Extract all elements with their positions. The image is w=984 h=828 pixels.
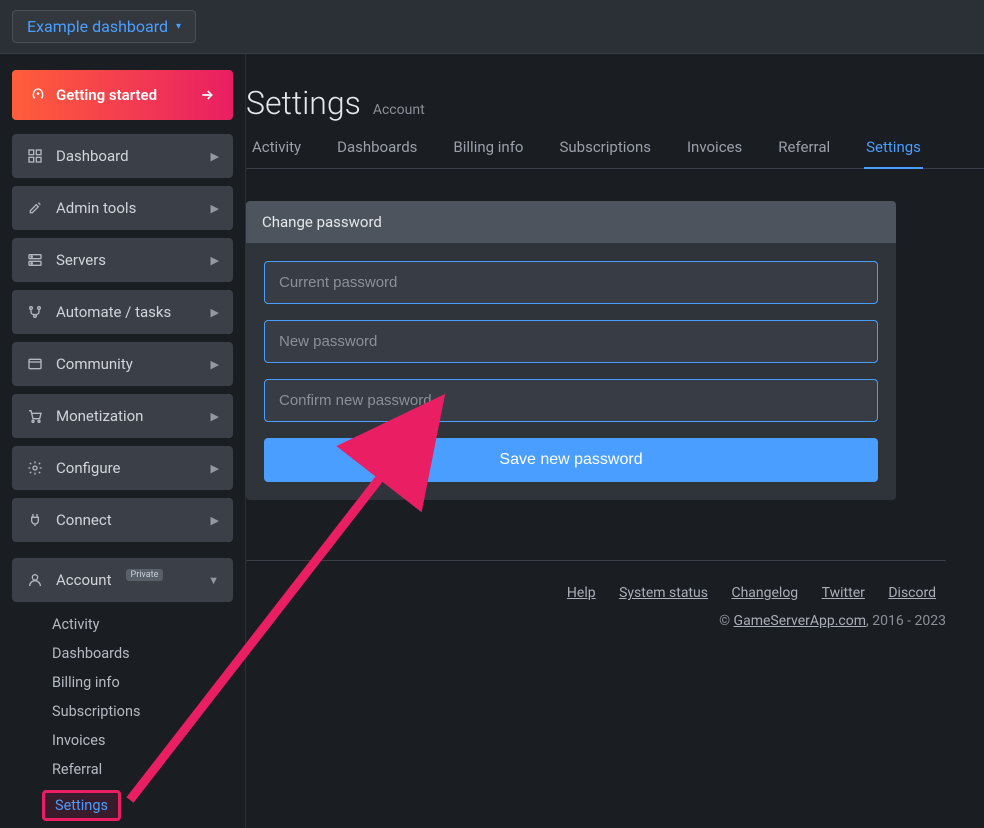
tab-activity[interactable]: Activity [250,128,303,168]
copyright-prefix: © [719,613,733,629]
server-icon [26,252,44,268]
sidebar-item-label: Configure [56,459,121,477]
chevron-right-icon: ▶ [211,306,219,319]
sub-item-billing[interactable]: Billing info [16,668,233,697]
footer-link-help[interactable]: Help [567,585,596,601]
sidebar-item-label: Community [56,355,133,373]
main-content: Settings Account Activity Dashboards Bil… [245,54,984,828]
footer-link-discord[interactable]: Discord [888,585,936,601]
tab-billing[interactable]: Billing info [451,128,525,168]
tab-dashboards[interactable]: Dashboards [335,128,419,168]
getting-started-label: Getting started [56,86,157,104]
sidebar-item-account[interactable]: Account Private ▼ [12,558,233,602]
change-password-panel: Change password Save new password [246,201,896,500]
footer-link-twitter[interactable]: Twitter [822,585,865,601]
sidebar-item-connect[interactable]: Connect ▶ [12,498,233,542]
chevron-right-icon: ▶ [211,462,219,475]
new-password-input[interactable] [264,320,878,363]
plug-icon [26,512,44,528]
private-badge: Private [126,569,164,581]
tab-settings[interactable]: Settings [864,128,923,168]
footer-link-status[interactable]: System status [619,585,708,601]
tab-referral[interactable]: Referral [776,128,832,168]
chevron-down-icon: ▼ [208,574,219,587]
chevron-right-icon: ▶ [211,358,219,371]
sidebar-item-label: Connect [56,511,112,529]
sidebar-item-label: Servers [56,251,106,269]
rocket-icon [30,87,46,103]
sub-item-invoices[interactable]: Invoices [16,726,233,755]
dashboard-selector-label: Example dashboard [27,17,168,36]
page-subtitle: Account [373,102,425,118]
current-password-input[interactable] [264,261,878,304]
sub-item-dashboards[interactable]: Dashboards [16,639,233,668]
sub-item-activity[interactable]: Activity [16,610,233,639]
sidebar-item-admin-tools[interactable]: Admin tools ▶ [12,186,233,230]
tabs: Activity Dashboards Billing info Subscri… [246,128,984,169]
chevron-right-icon: ▶ [211,410,219,423]
sidebar-item-automate[interactable]: Automate / tasks ▶ [12,290,233,334]
sidebar-item-configure[interactable]: Configure ▶ [12,446,233,490]
chevron-down-icon: ▾ [176,21,181,32]
tools-icon [26,200,44,216]
footer-link-changelog[interactable]: Changelog [731,585,798,601]
cart-icon [26,408,44,424]
tab-invoices[interactable]: Invoices [685,128,744,168]
sidebar-item-label: Automate / tasks [56,303,171,321]
save-password-button[interactable]: Save new password [264,438,878,482]
account-submenu: Activity Dashboards Billing info Subscri… [12,610,233,827]
panel-title: Change password [246,201,896,243]
page-title: Settings [246,84,361,122]
chevron-right-icon: ▶ [211,202,219,215]
branch-icon [26,304,44,320]
sidebar-item-monetization[interactable]: Monetization ▶ [12,394,233,438]
dashboard-selector[interactable]: Example dashboard ▾ [12,10,196,43]
footer-link-gsa[interactable]: GameServerApp.com [734,613,866,629]
confirm-password-input[interactable] [264,379,878,422]
chevron-right-icon: ▶ [211,150,219,163]
sub-item-settings[interactable]: Settings [16,784,233,827]
sidebar-item-label: Dashboard [56,147,129,165]
sidebar-item-label: Account [56,571,112,589]
annotation-highlight: Settings [42,790,121,821]
sub-item-referral[interactable]: Referral [16,755,233,784]
sidebar-item-label: Monetization [56,407,143,425]
sidebar: Getting started Dashboard ▶ Admin tools … [0,54,245,828]
user-icon [26,572,44,588]
gear-icon [26,460,44,476]
sub-item-subscriptions[interactable]: Subscriptions [16,697,233,726]
chevron-right-icon: ▶ [211,254,219,267]
sidebar-item-community[interactable]: Community ▶ [12,342,233,386]
sidebar-item-dashboard[interactable]: Dashboard ▶ [12,134,233,178]
sidebar-item-label: Admin tools [56,199,136,217]
arrow-right-icon [199,87,215,103]
sidebar-item-servers[interactable]: Servers ▶ [12,238,233,282]
grid-icon [26,148,44,164]
window-icon [26,356,44,372]
chevron-right-icon: ▶ [211,514,219,527]
copyright-suffix: , 2016 - 2023 [866,613,946,629]
getting-started-button[interactable]: Getting started [12,70,233,120]
tab-subscriptions[interactable]: Subscriptions [557,128,652,168]
footer: Help System status Changelog Twitter Dis… [246,560,946,629]
